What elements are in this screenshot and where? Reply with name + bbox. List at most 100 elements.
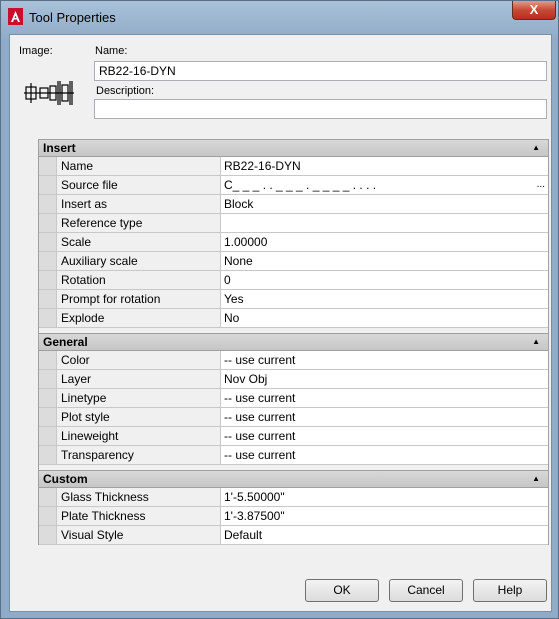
property-value[interactable] [221, 214, 548, 232]
property-name: Plot style [57, 408, 221, 426]
property-value[interactable]: RB22-16-DYN [221, 157, 548, 175]
property-name: Layer [57, 370, 221, 388]
property-name: Glass Thickness [57, 488, 221, 506]
property-row[interactable]: Color -- use current [39, 351, 548, 370]
description-label: Description: [96, 85, 155, 97]
property-name: Prompt for rotation [57, 290, 221, 308]
tool-image-icon [24, 81, 74, 105]
property-row[interactable]: Explode No [39, 309, 548, 328]
row-gutter [39, 176, 57, 194]
property-row[interactable]: Rotation 0 [39, 271, 548, 290]
section-title: General [43, 335, 88, 349]
row-gutter [39, 195, 57, 213]
property-value[interactable]: 1.00000 [221, 233, 548, 251]
property-row[interactable]: Plot style -- use current [39, 408, 548, 427]
row-gutter [39, 157, 57, 175]
property-row[interactable]: Lineweight -- use current [39, 427, 548, 446]
row-gutter [39, 370, 57, 388]
property-name: Insert as [57, 195, 221, 213]
row-gutter [39, 427, 57, 445]
property-name: Linetype [57, 389, 221, 407]
section-title: Custom [43, 472, 88, 486]
properties-grid: Insert ▲ Name RB22-16-DYN Source file C_ _… [38, 139, 549, 545]
property-value[interactable]: 1'-3.87500" [221, 507, 548, 525]
collapse-arrow-icon[interactable]: ▲ [532, 334, 540, 350]
ellipsis-icon[interactable]: ... [537, 176, 545, 194]
property-value[interactable]: -- use current [221, 446, 548, 464]
row-gutter [39, 252, 57, 270]
autocad-icon [8, 8, 23, 25]
row-gutter [39, 446, 57, 464]
property-name: Explode [57, 309, 221, 327]
section-insert[interactable]: Insert ▲ [39, 139, 548, 157]
property-value[interactable]: -- use current [221, 408, 548, 426]
title-bar[interactable]: Tool Properties X [1, 1, 558, 34]
property-value[interactable]: Yes [221, 290, 548, 308]
window-title: Tool Properties [29, 10, 116, 25]
property-row[interactable]: Scale 1.00000 [39, 233, 548, 252]
ok-button[interactable]: OK [305, 579, 379, 602]
row-gutter [39, 488, 57, 506]
property-name: Auxiliary scale [57, 252, 221, 270]
image-label: Image: [19, 45, 53, 57]
property-value[interactable]: -- use current [221, 351, 548, 369]
section-general[interactable]: General ▲ [39, 333, 548, 351]
property-row[interactable]: Insert as Block [39, 195, 548, 214]
property-row[interactable]: Reference type [39, 214, 548, 233]
property-name: Name [57, 157, 221, 175]
property-row[interactable]: Transparency -- use current [39, 446, 548, 465]
section-custom[interactable]: Custom ▲ [39, 470, 548, 488]
property-value: C_ _ _ . . _ _ _ . _ _ _ _ . . . . [224, 178, 377, 192]
section-title: Insert [43, 141, 76, 155]
property-row[interactable]: Plate Thickness 1'-3.87500" [39, 507, 548, 526]
property-name: Visual Style [57, 526, 221, 544]
property-value[interactable]: -- use current [221, 427, 548, 445]
property-name: Color [57, 351, 221, 369]
property-value[interactable]: None [221, 252, 548, 270]
property-name: Reference type [57, 214, 221, 232]
row-gutter [39, 214, 57, 232]
name-label: Name: [95, 45, 128, 57]
source-file-value[interactable]: C_ _ _ . . _ _ _ . _ _ _ _ . . . .... [221, 176, 548, 194]
property-name: Scale [57, 233, 221, 251]
property-row[interactable]: Glass Thickness 1'-5.50000" [39, 488, 548, 507]
cancel-button[interactable]: Cancel [389, 579, 463, 602]
help-button[interactable]: Help [473, 579, 547, 602]
property-name: Plate Thickness [57, 507, 221, 525]
close-icon: X [529, 2, 539, 17]
row-gutter [39, 507, 57, 525]
description-input[interactable] [94, 99, 547, 119]
property-row[interactable]: Source file C_ _ _ . . _ _ _ . _ _ _ _ . … [39, 176, 548, 195]
row-gutter [39, 351, 57, 369]
property-value[interactable]: Nov Obj [221, 370, 548, 388]
dialog-body: Image: Name: RB22-16-DYN Description: In… [9, 34, 552, 612]
property-value[interactable]: No [221, 309, 548, 327]
row-gutter [39, 271, 57, 289]
close-button[interactable]: X [512, 1, 556, 20]
row-gutter [39, 233, 57, 251]
property-row[interactable]: Linetype -- use current [39, 389, 548, 408]
property-value[interactable]: 1'-5.50000" [221, 488, 548, 506]
collapse-arrow-icon[interactable]: ▲ [532, 140, 540, 156]
property-name: Source file [57, 176, 221, 194]
row-gutter [39, 408, 57, 426]
row-gutter [39, 526, 57, 544]
row-gutter [39, 389, 57, 407]
row-gutter [39, 309, 57, 327]
property-value[interactable]: 0 [221, 271, 548, 289]
property-value[interactable]: -- use current [221, 389, 548, 407]
property-row[interactable]: Layer Nov Obj [39, 370, 548, 389]
property-name: Rotation [57, 271, 221, 289]
tool-properties-window: Tool Properties X Image: Name: RB22-16-D… [0, 0, 559, 619]
property-row[interactable]: Prompt for rotation Yes [39, 290, 548, 309]
property-value[interactable]: Block [221, 195, 548, 213]
property-row[interactable]: Name RB22-16-DYN [39, 157, 548, 176]
property-name: Transparency [57, 446, 221, 464]
property-value[interactable]: Default [221, 526, 548, 544]
collapse-arrow-icon[interactable]: ▲ [532, 471, 540, 487]
property-row[interactable]: Visual Style Default [39, 526, 548, 545]
row-gutter [39, 290, 57, 308]
name-input[interactable]: RB22-16-DYN [94, 61, 547, 81]
property-name: Lineweight [57, 427, 221, 445]
property-row[interactable]: Auxiliary scale None [39, 252, 548, 271]
